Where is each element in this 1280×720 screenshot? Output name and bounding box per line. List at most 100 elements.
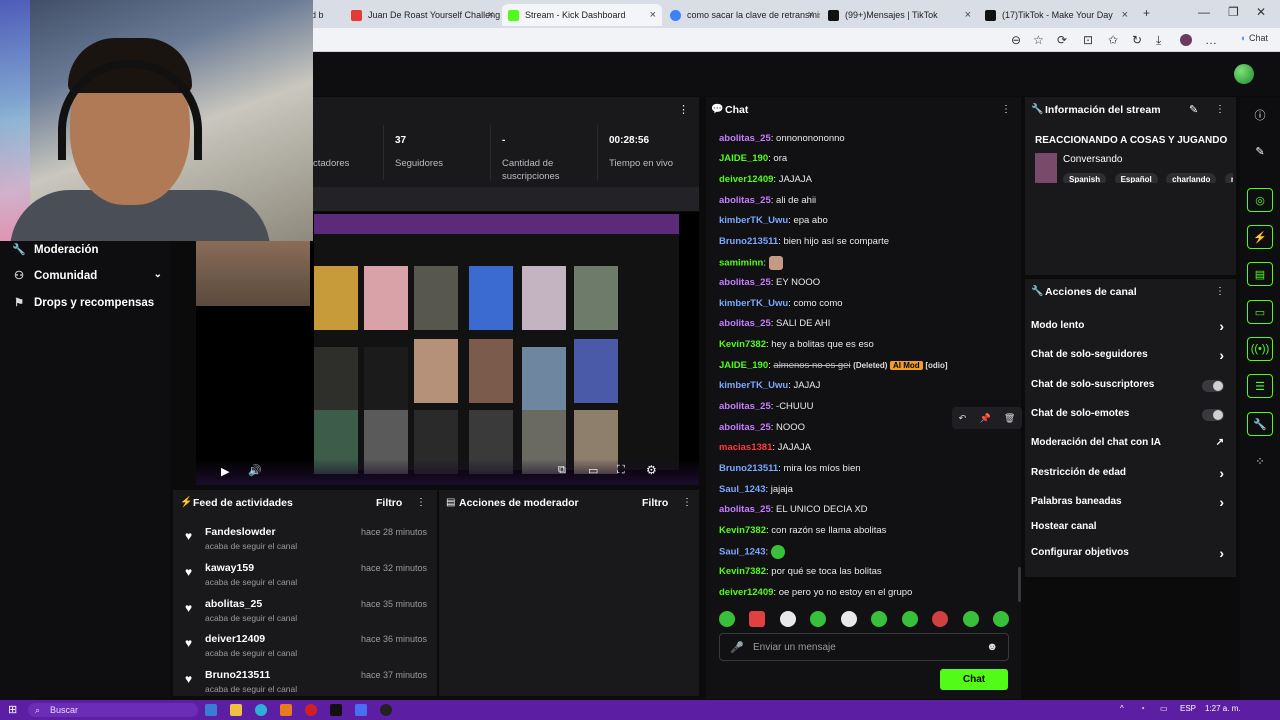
user-avatar[interactable] bbox=[1234, 64, 1254, 84]
more-options-icon[interactable]: ⋮ bbox=[1215, 104, 1225, 115]
profile-avatar[interactable] bbox=[1180, 34, 1192, 46]
chat-message[interactable]: samiminn: bbox=[719, 256, 783, 270]
info-icon[interactable]: ⓘ bbox=[1247, 103, 1273, 127]
chat-username[interactable]: abolitas_25 bbox=[719, 277, 771, 288]
chat-username[interactable]: Bruno213511 bbox=[719, 463, 778, 474]
favorite-star-icon[interactable]: ☆ bbox=[1033, 33, 1044, 47]
chat-scrollbar[interactable] bbox=[1018, 567, 1021, 602]
split-screen-icon[interactable]: ⊡ bbox=[1083, 33, 1093, 47]
toggle-switch[interactable] bbox=[1202, 409, 1224, 421]
chat-username[interactable]: abolitas_25 bbox=[719, 504, 771, 515]
stream-tag[interactable]: Español bbox=[1114, 173, 1158, 183]
chat-username[interactable]: abolitas_25 bbox=[719, 422, 771, 433]
chat-message[interactable]: kimberTK_Uwu: JAJAJ bbox=[719, 380, 820, 391]
more-options-icon[interactable]: ⋮ bbox=[682, 497, 692, 508]
clock[interactable]: 1:27 a. m. bbox=[1205, 704, 1241, 713]
chat-message[interactable]: Bruno213511: bien hijo así se comparte bbox=[719, 236, 889, 247]
emote-icon[interactable] bbox=[810, 611, 827, 627]
extensions-icon[interactable]: ⟳ bbox=[1057, 33, 1067, 47]
close-tab-icon[interactable]: × bbox=[488, 9, 494, 21]
minimize-icon[interactable]: — bbox=[1198, 5, 1210, 19]
chat-message[interactable]: abolitas_25: SALI DE AHI bbox=[719, 318, 830, 329]
chat-username[interactable]: JAIDE_190 bbox=[719, 360, 768, 371]
favorites-icon[interactable]: ✩ bbox=[1108, 33, 1118, 47]
edit-pencil-icon[interactable]: ✎ bbox=[1189, 103, 1198, 116]
chat-message[interactable]: Bruno213511: mira los míos bien bbox=[719, 463, 861, 474]
pip-icon[interactable]: ⧉ bbox=[558, 464, 566, 477]
chat-message[interactable]: abolitas_25: EY NOOO bbox=[719, 277, 820, 288]
chat-username[interactable]: abolitas_25 bbox=[719, 133, 771, 144]
feed-filter-button[interactable]: Filtro bbox=[376, 497, 402, 509]
chat-username[interactable]: Saul_1243 bbox=[719, 484, 765, 495]
document-icon[interactable]: ▤ bbox=[1247, 262, 1273, 286]
emote-icon[interactable] bbox=[932, 611, 949, 627]
window-close-icon[interactable]: ✕ bbox=[1256, 5, 1266, 19]
close-tab-icon[interactable]: × bbox=[965, 9, 971, 21]
emote-icon[interactable] bbox=[871, 611, 888, 627]
browser-tab-3[interactable]: como sacar la clave de retransmis × bbox=[664, 4, 820, 26]
undo-icon[interactable]: ↶ bbox=[959, 413, 967, 424]
chat-message[interactable]: abolitas_25: onnononononno bbox=[719, 133, 845, 144]
feed-item-name[interactable]: abolitas_25 bbox=[205, 598, 262, 610]
battery-icon[interactable]: ▭ bbox=[1160, 704, 1168, 713]
terminal-icon[interactable] bbox=[330, 704, 342, 716]
apps-icon[interactable]: ⁘ bbox=[1247, 449, 1273, 473]
chat-message[interactable]: abolitas_25: -CHUUU bbox=[719, 401, 814, 412]
chat-username[interactable]: deiver12409 bbox=[719, 587, 773, 598]
more-options-icon[interactable]: ⋮ bbox=[678, 103, 689, 116]
chat-username[interactable]: Saul_1243 bbox=[719, 547, 765, 558]
chat-message[interactable]: macias1381: JAJAJA bbox=[719, 442, 811, 453]
more-options-icon[interactable]: ⋮ bbox=[1001, 104, 1011, 115]
obs-icon[interactable] bbox=[305, 704, 317, 716]
pin-icon[interactable]: 📌 bbox=[979, 413, 990, 424]
settings-gear-icon[interactable]: ⚙ bbox=[646, 463, 657, 477]
target-icon[interactable]: ◎ bbox=[1247, 188, 1273, 212]
taskbar-search[interactable]: ⌕ Buscar bbox=[28, 703, 198, 717]
reader-icon[interactable]: ⊖ bbox=[1011, 33, 1021, 47]
volume-icon[interactable]: 🔊 bbox=[248, 464, 262, 477]
feed-item-name[interactable]: kaway159 bbox=[205, 562, 254, 574]
emote-icon[interactable] bbox=[719, 611, 735, 627]
action-solo-seguidores[interactable]: Chat de solo-seguidores › bbox=[1031, 347, 1230, 365]
chat-message[interactable]: Saul_1243: bbox=[719, 545, 785, 559]
chat-username[interactable]: abolitas_25 bbox=[719, 318, 771, 329]
feed-item-name[interactable]: Bruno213511 bbox=[205, 669, 270, 681]
chat-message[interactable]: abolitas_25: ali de ahii bbox=[719, 195, 816, 206]
stream-tag[interactable]: Spanish bbox=[1063, 173, 1107, 183]
emote-icon[interactable] bbox=[962, 611, 979, 627]
lightning-icon[interactable]: ⚡ bbox=[1247, 225, 1273, 249]
close-tab-icon[interactable]: × bbox=[1122, 9, 1128, 21]
more-options-icon[interactable]: ⋮ bbox=[416, 497, 426, 508]
taskview-icon[interactable] bbox=[205, 704, 217, 716]
more-options-icon[interactable]: ⋮ bbox=[1215, 286, 1225, 297]
theater-icon[interactable]: ▭ bbox=[588, 464, 598, 477]
chat-input-box[interactable]: 🎤 Enviar un mensaje ☻ bbox=[719, 633, 1009, 661]
chat-message[interactable]: Saul_1243: jajaja bbox=[719, 484, 793, 495]
chat-username[interactable]: kimberTK_Uwu bbox=[719, 298, 788, 309]
maximize-icon[interactable]: ❐ bbox=[1228, 5, 1239, 19]
emote-icon[interactable] bbox=[992, 611, 1009, 627]
chat-message[interactable]: kimberTK_Uwu: como como bbox=[719, 298, 843, 309]
chat-username[interactable]: Kevin7382 bbox=[719, 339, 766, 350]
action-palabras-baneadas[interactable]: Palabras baneadas › bbox=[1031, 494, 1230, 512]
app-icon[interactable] bbox=[280, 704, 292, 716]
chat-username[interactable]: abolitas_25 bbox=[719, 195, 771, 206]
wrench-icon[interactable]: 🔧 bbox=[1247, 412, 1273, 436]
chat-username[interactable]: JAIDE_190 bbox=[719, 153, 768, 164]
chat-message[interactable]: JAIDE_190: ora bbox=[719, 153, 787, 164]
sidebar-item-comunidad[interactable]: ⚇ Comunidad ⌄ bbox=[12, 269, 162, 282]
chat-message[interactable]: Kevin7382: con razón se llama abolitas bbox=[719, 525, 886, 536]
action-hostear-canal[interactable]: Hostear canal bbox=[1031, 521, 1230, 537]
history-icon[interactable]: ↻ bbox=[1132, 33, 1142, 47]
close-tab-icon[interactable]: × bbox=[808, 9, 814, 21]
app-icon[interactable] bbox=[355, 704, 367, 716]
chat-username[interactable]: Kevin7382 bbox=[719, 566, 766, 577]
feed-item-name[interactable]: Fandeslowder bbox=[205, 526, 276, 538]
chat-send-button[interactable]: Chat bbox=[940, 669, 1008, 690]
chat-message[interactable]: abolitas_25: NOOO bbox=[719, 422, 805, 433]
emote-icon[interactable] bbox=[749, 611, 766, 627]
chat-username[interactable]: kimberTK_Uwu bbox=[719, 380, 788, 391]
emote-icon[interactable] bbox=[779, 611, 796, 627]
stream-preview[interactable]: ▶ 🔊 ⧉ ▭ ⛶ ⚙ bbox=[196, 212, 699, 485]
windows-start-icon[interactable]: ⊞ bbox=[8, 703, 17, 716]
